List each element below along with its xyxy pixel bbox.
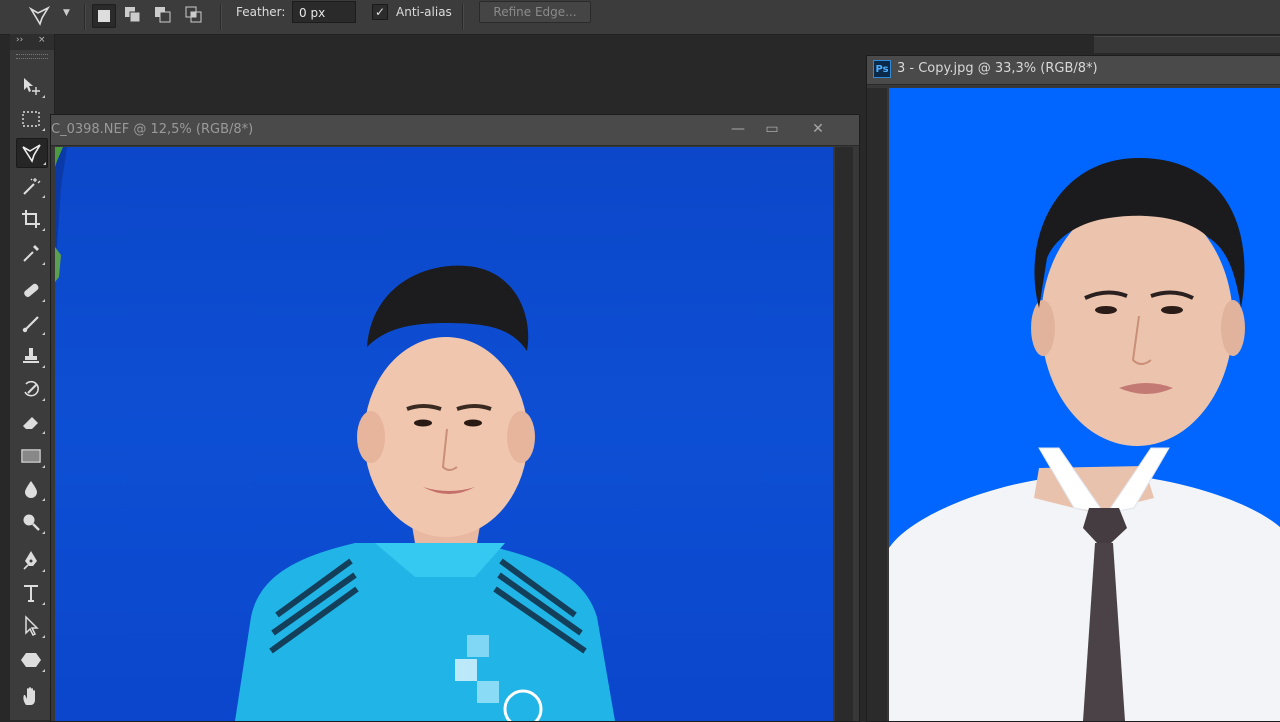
shape-tool[interactable] — [16, 646, 46, 674]
maximize-icon: ▭ — [765, 121, 779, 137]
gradient-icon — [21, 449, 41, 463]
polygonal-lasso-icon[interactable] — [28, 4, 52, 28]
blur-tool[interactable] — [16, 475, 46, 503]
arrow-icon — [25, 615, 39, 637]
options-bar: ▼ Feather: 0 px ✓ Anti-alias Refine Edge… — [0, 0, 1280, 35]
hexagon-icon — [21, 653, 41, 667]
history-brush-icon — [24, 380, 39, 397]
maximize-button[interactable]: ▭ — [757, 119, 787, 139]
stamp-icon — [23, 348, 39, 363]
clone-stamp-tool[interactable] — [16, 342, 46, 370]
document-title: C_0398.NEF @ 12,5% (RGB/8*) — [51, 122, 254, 137]
feather-input[interactable]: 0 px — [292, 1, 356, 23]
gradient-tool[interactable] — [16, 442, 46, 470]
separator — [462, 4, 464, 30]
subtract-from-selection-icon[interactable] — [152, 4, 174, 26]
intersect-selection-icon[interactable] — [183, 4, 205, 26]
magic-wand-tool[interactable] — [16, 172, 46, 200]
hand-icon — [23, 687, 35, 705]
eraser-icon — [23, 417, 38, 429]
photoshop-logo-icon: Ps — [873, 60, 891, 78]
healing-brush-tool[interactable] — [16, 276, 46, 304]
document-canvas[interactable] — [889, 88, 1280, 721]
move-tool[interactable] — [16, 72, 46, 100]
hand-tool[interactable] — [16, 682, 46, 710]
brush-tool[interactable] — [16, 309, 46, 337]
photo-man-in-tie — [889, 158, 1280, 721]
minimize-icon: — — [731, 121, 745, 137]
history-brush-tool[interactable] — [16, 375, 46, 403]
magic-wand-icon — [23, 178, 41, 195]
drop-icon — [25, 481, 37, 498]
crop-icon — [22, 210, 40, 228]
document-window-1[interactable]: C_0398.NEF @ 12,5% (RGB/8*) — ▭ ✕ — [50, 114, 860, 722]
move-icon — [24, 78, 40, 95]
dodge-icon — [23, 514, 40, 531]
eyedropper-icon — [23, 245, 39, 262]
tool-preset-caret-icon[interactable]: ▼ — [63, 8, 70, 18]
separator — [220, 4, 222, 30]
vertical-scrollbar[interactable] — [835, 147, 853, 721]
eyedropper-tool[interactable] — [16, 239, 46, 267]
antialias-checkbox[interactable]: ✓ — [372, 4, 388, 20]
document-titlebar[interactable]: Ps 3 - Copy.jpg @ 33,3% (RGB/8*) — [867, 56, 1280, 85]
add-to-selection-icon[interactable] — [122, 4, 144, 26]
pen-tool[interactable] — [16, 546, 46, 574]
document-title: 3 - Copy.jpg @ 33,3% (RGB/8*) — [897, 61, 1098, 76]
pen-icon — [23, 551, 37, 570]
vertical-scrollbar[interactable] — [867, 88, 887, 721]
marquee-tool[interactable] — [16, 105, 46, 133]
bandage-icon — [24, 283, 39, 297]
expand-icon[interactable]: ›› — [16, 35, 23, 45]
brush-icon — [22, 316, 39, 333]
toolbox: ›› × — [10, 34, 55, 720]
minimize-button[interactable]: — — [723, 119, 753, 139]
close-icon[interactable]: × — [38, 35, 46, 45]
lasso-tool[interactable] — [16, 138, 48, 168]
antialias-label: Anti-alias — [396, 5, 452, 19]
toolbox-header: ›› × — [10, 34, 54, 50]
type-icon — [24, 585, 38, 602]
toolbox-grip[interactable] — [16, 54, 48, 59]
document-titlebar[interactable]: C_0398.NEF @ 12,5% (RGB/8*) — ▭ ✕ — [51, 115, 859, 146]
refine-edge-button[interactable]: Refine Edge... — [479, 1, 591, 23]
path-selection-tool[interactable] — [16, 612, 46, 640]
feather-label: Feather: — [236, 5, 286, 19]
eraser-tool[interactable] — [16, 408, 46, 436]
document-canvas[interactable] — [55, 147, 833, 721]
rect-marquee-icon — [22, 111, 40, 127]
document-window-2[interactable]: Ps 3 - Copy.jpg @ 33,3% (RGB/8*) — [866, 55, 1280, 722]
polygonal-lasso-icon — [22, 144, 41, 163]
close-button[interactable]: ✕ — [803, 119, 833, 139]
photo-young-man — [55, 147, 615, 721]
type-tool[interactable] — [16, 579, 46, 607]
dodge-tool[interactable] — [16, 508, 46, 536]
crop-tool[interactable] — [16, 205, 46, 233]
close-icon: ✕ — [812, 121, 824, 137]
new-selection-icon[interactable] — [92, 4, 116, 28]
separator — [84, 4, 86, 30]
panel-tab-strip[interactable] — [1094, 36, 1280, 53]
